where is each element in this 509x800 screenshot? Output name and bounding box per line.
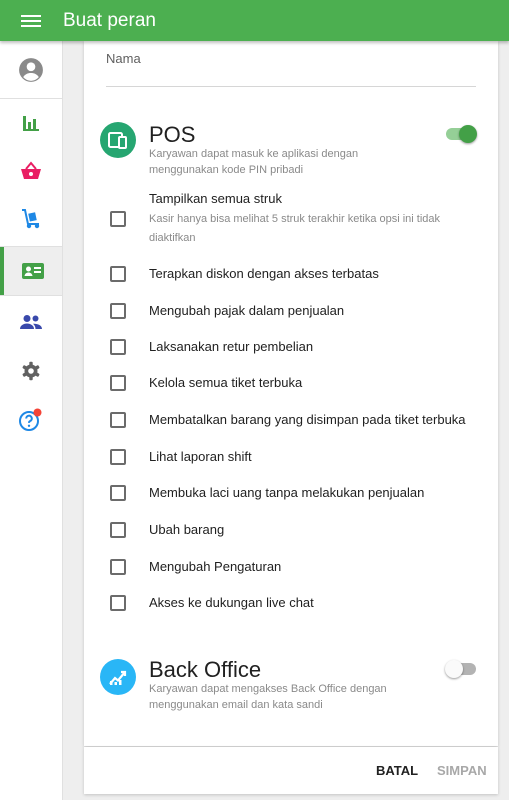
back-office-chart-icon: [100, 659, 136, 695]
pos-section-description: Karyawan dapat masuk ke aplikasi dengan …: [149, 148, 359, 176]
permission-checkbox[interactable]: [110, 449, 126, 465]
people-icon: [20, 315, 42, 329]
permission-label: Kelola semua tiket terbuka: [149, 375, 303, 390]
name-input[interactable]: [106, 86, 476, 87]
permission-label: Laksanakan retur pembelian: [149, 339, 314, 354]
help-circle-icon: [19, 408, 42, 431]
permission-label: Tampilkan semua struk: [149, 191, 282, 206]
hand-truck-icon: [22, 209, 40, 229]
bar-chart-icon: [23, 116, 39, 131]
permission-checkbox[interactable]: [110, 485, 126, 501]
permission-checkbox[interactable]: [110, 559, 126, 575]
save-button[interactable]: SIMPAN: [437, 747, 487, 794]
permission-label: Mengubah Pengaturan: [149, 559, 282, 574]
permission-label: Mengubah pajak dalam penjualan: [149, 303, 345, 318]
permission-checkbox[interactable]: [110, 303, 126, 319]
permission-checkbox[interactable]: [110, 595, 126, 611]
permission-label: Membuka laci uang tanpa melakukan penjua…: [149, 485, 425, 500]
app-bar: Buat peran: [0, 0, 509, 41]
sidebar-item-settings[interactable]: [0, 347, 62, 395]
sidebar-item-items[interactable]: [0, 147, 62, 195]
back-office-section-title: Back Office: [149, 657, 262, 682]
cancel-button[interactable]: BATAL: [376, 747, 418, 794]
permission-label: Membatalkan barang yang disimpan pada ti…: [149, 412, 466, 427]
name-field-label: Nama: [106, 51, 141, 66]
permission-checkbox[interactable]: [110, 339, 126, 355]
pos-section-title: POS: [149, 122, 196, 147]
role-form-card: Nama POS Karyawan dapat masuk ke aplikas…: [84, 41, 498, 746]
permission-label: Ubah barang: [149, 522, 225, 537]
sidebar-item-help[interactable]: [0, 396, 62, 444]
sidebar-item-customers[interactable]: [0, 298, 62, 346]
sidebar-item-inventory[interactable]: [0, 195, 62, 243]
menu-icon[interactable]: [21, 12, 41, 30]
shopping-basket-icon: [21, 161, 41, 179]
permission-checkbox[interactable]: [110, 211, 126, 227]
sidebar-item-employees[interactable]: [0, 247, 62, 295]
sidebar-item-reports[interactable]: [0, 99, 62, 147]
permission-checkbox[interactable]: [110, 522, 126, 538]
account-circle-icon: [19, 58, 43, 82]
permission-checkbox[interactable]: [110, 412, 126, 428]
id-card-icon: [22, 263, 44, 279]
permission-description: Kasir hanya bisa melihat 5 struk terakhi…: [149, 213, 441, 244]
pos-toggle[interactable]: [445, 124, 477, 144]
permission-checkbox[interactable]: [110, 266, 126, 282]
permission-label: Lihat laporan shift: [149, 449, 252, 464]
permission-label: Akses ke dukungan live chat: [149, 595, 314, 610]
back-office-section-description: Karyawan dapat mengakses Back Office den…: [149, 683, 387, 711]
page-title: Buat peran: [63, 9, 156, 31]
pos-devices-icon: [100, 122, 136, 158]
permission-label: Terapkan diskon dengan akses terbatas: [149, 266, 379, 281]
back-office-toggle[interactable]: [445, 659, 477, 679]
form-footer: BATAL SIMPAN: [84, 747, 498, 794]
sidebar: [0, 41, 63, 800]
sidebar-item-account[interactable]: [0, 46, 62, 94]
notification-dot: [33, 408, 42, 417]
permission-checkbox[interactable]: [110, 375, 126, 391]
gear-icon: [22, 361, 40, 381]
